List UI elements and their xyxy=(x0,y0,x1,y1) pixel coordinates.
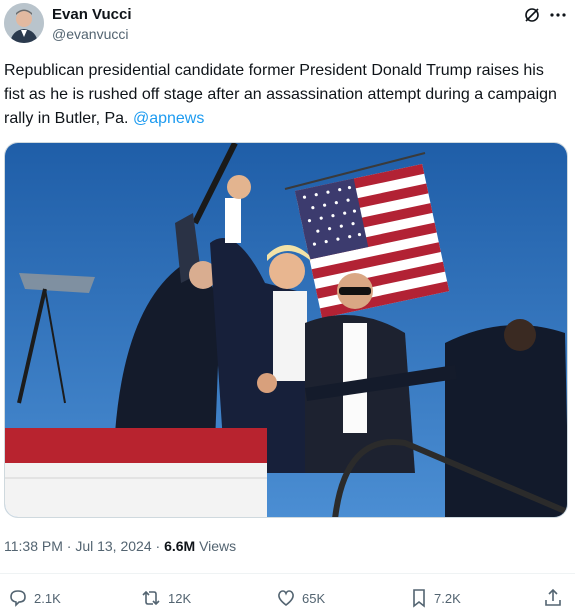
reply-count: 2.1K xyxy=(34,590,61,606)
divider xyxy=(0,573,575,574)
views-label: Views xyxy=(195,538,237,554)
like-icon xyxy=(276,588,296,608)
more-icon[interactable] xyxy=(548,5,568,25)
bookmark-count: 7.2K xyxy=(434,590,461,606)
timestamp[interactable]: 11:38 PM · Jul 13, 2024 · xyxy=(4,538,164,554)
author-name[interactable]: Evan Vucci xyxy=(52,6,131,23)
share-button[interactable] xyxy=(543,588,563,608)
photo-scene xyxy=(5,143,567,517)
mention-link[interactable]: @apnews xyxy=(133,110,204,127)
author-handle[interactable]: @evanvucci xyxy=(52,26,128,42)
retweet-button[interactable]: 12K xyxy=(140,588,191,608)
retweet-icon xyxy=(140,588,162,608)
views-count: 6.6M xyxy=(164,538,196,554)
reply-button[interactable]: 2.1K xyxy=(8,588,61,608)
avatar[interactable] xyxy=(4,3,44,43)
like-button[interactable]: 65K xyxy=(276,588,325,608)
like-count: 65K xyxy=(302,590,326,606)
bookmark-icon xyxy=(410,588,428,608)
tweet-text: Republican presidential candidate former… xyxy=(4,59,564,131)
retweet-count: 12K xyxy=(168,590,192,606)
tweet-meta: 11:38 PM · Jul 13, 2024 · 6.6M Views xyxy=(4,538,236,554)
tweet-photo[interactable] xyxy=(4,142,568,518)
tweet-body: Republican presidential candidate former… xyxy=(4,62,557,127)
bookmark-button[interactable]: 7.2K xyxy=(410,588,461,608)
share-icon xyxy=(543,588,563,608)
reply-icon xyxy=(8,588,28,608)
grok-icon[interactable] xyxy=(522,5,542,25)
